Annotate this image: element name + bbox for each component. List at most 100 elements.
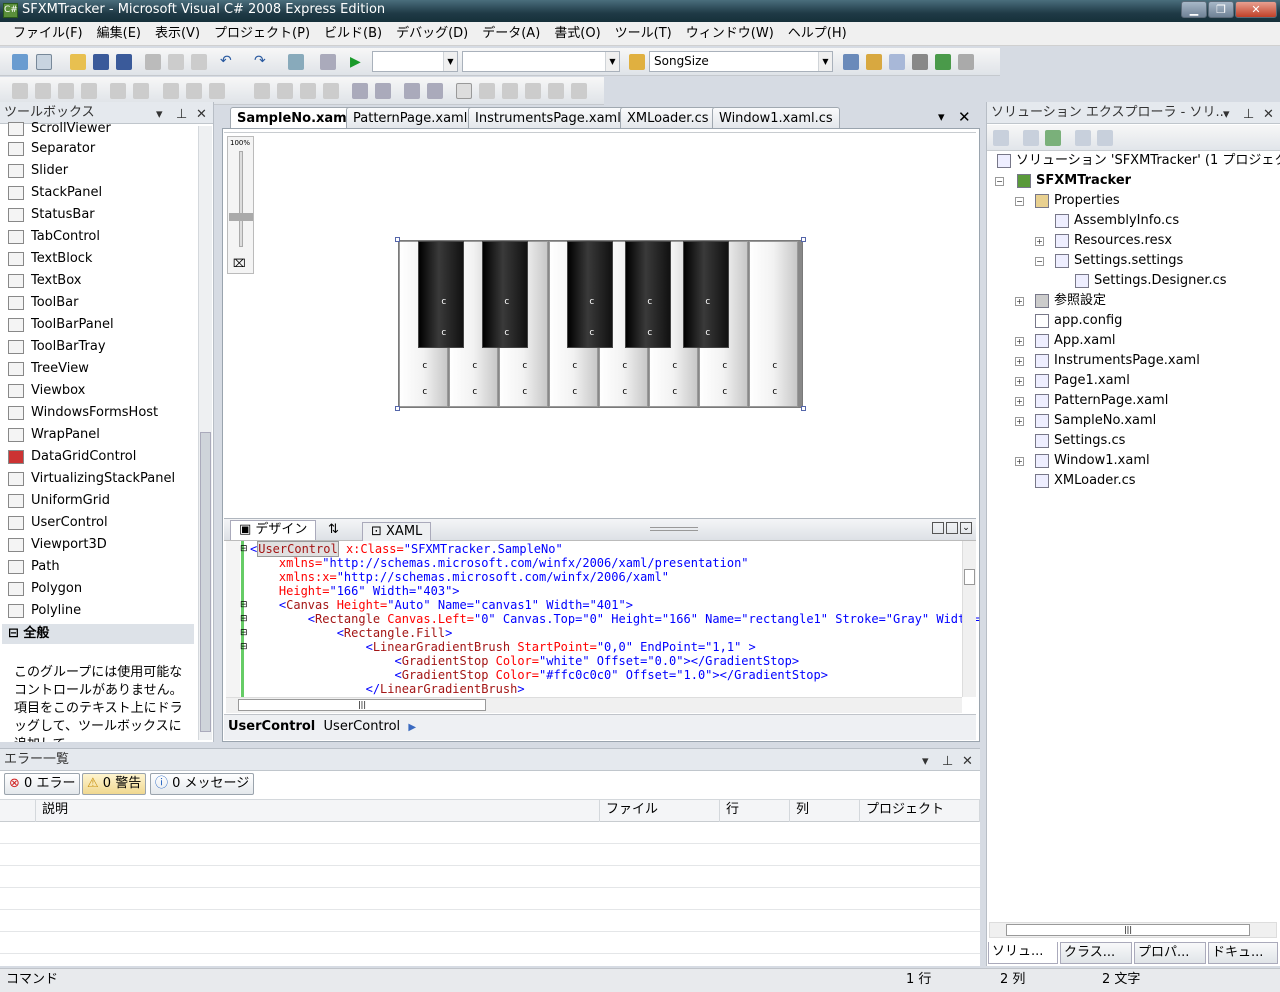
object-browser-icon[interactable] <box>889 54 905 70</box>
bookmark-list-icon[interactable] <box>571 83 587 99</box>
grid-icon[interactable] <box>12 83 28 99</box>
close-icon[interactable]: ✕ <box>1263 104 1274 125</box>
menu-file[interactable]: ファイル(F) <box>6 22 90 46</box>
code-line[interactable]: <Canvas Height="Auto" Name="canvas1" Wid… <box>250 598 633 612</box>
tree-item-project[interactable]: SFXMTracker <box>1017 171 1131 191</box>
menu-edit[interactable]: 編集(E) <box>90 22 148 46</box>
code-line[interactable]: <UserControl x:Class="SFXMTracker.Sample… <box>250 541 563 557</box>
column-description[interactable]: 説明 <box>36 800 600 822</box>
chevron-right-icon[interactable]: ▶ <box>408 722 416 733</box>
expander-icon[interactable]: − <box>995 177 1004 186</box>
collapse-icon[interactable]: ⊟ <box>240 614 248 624</box>
start-debugging-icon[interactable]: ▶ <box>350 54 366 70</box>
bring-front-icon[interactable] <box>254 83 270 99</box>
fit-icon[interactable]: ⌧ <box>233 257 246 270</box>
cut-icon[interactable] <box>145 54 161 70</box>
code-line[interactable]: xmlns="http://schemas.microsoft.com/winf… <box>250 556 749 570</box>
zoom-slider-track[interactable] <box>239 151 243 247</box>
scrollbar-thumb[interactable]: ||| <box>1006 924 1250 936</box>
toolbox-item[interactable]: Viewport3D <box>8 534 107 556</box>
dropdown-icon[interactable]: ▾ <box>156 104 163 125</box>
code-line[interactable]: <GradientStop Color="#ffc0c0c0" Offset="… <box>250 668 828 682</box>
code-line[interactable]: <Rectangle.Fill> <box>250 626 453 640</box>
save-icon[interactable] <box>93 54 109 70</box>
vertical-split-icon[interactable] <box>932 522 944 534</box>
piano-usercontrol[interactable]: c c c c c c c c c c c c c c c c c c c c … <box>398 240 803 408</box>
expander-icon[interactable]: + <box>1015 457 1024 466</box>
view-designer-icon[interactable] <box>1097 130 1113 146</box>
redo-icon[interactable]: ↷ <box>254 54 270 70</box>
toolbox-item[interactable]: TextBlock <box>8 248 92 270</box>
row-icon[interactable] <box>209 83 225 99</box>
expander-icon[interactable]: + <box>1015 357 1024 366</box>
expander-icon[interactable]: + <box>1035 237 1044 246</box>
menu-debug[interactable]: デバッグ(D) <box>389 22 475 46</box>
code-line[interactable]: <Rectangle Canvas.Left="0" Canvas.Top="0… <box>250 612 980 626</box>
tree-item[interactable]: Window1.xaml <box>1035 451 1150 471</box>
xaml-tab[interactable]: ⊡ XAML <box>362 522 432 541</box>
swap-panes-button[interactable]: ⇅ <box>328 522 339 537</box>
toolbox-item[interactable]: TextBox <box>8 270 81 292</box>
expander-icon[interactable]: − <box>1015 197 1024 206</box>
tab-xmloader-cs[interactable]: XMLoader.cs <box>620 107 716 129</box>
navigate-forward-icon[interactable] <box>320 54 336 70</box>
tree-item[interactable]: Settings.Designer.cs <box>1075 271 1227 291</box>
sql-icon[interactable] <box>58 83 74 99</box>
undo-icon[interactable]: ↶ <box>220 54 236 70</box>
platform-combo[interactable]: ▼ <box>462 51 620 72</box>
toolbox-item[interactable]: VirtualizingStackPanel <box>8 468 175 490</box>
layout-icon[interactable] <box>958 54 974 70</box>
collapse-icon[interactable]: ⊟ <box>240 642 248 652</box>
tab-patternpage-xaml[interactable]: PatternPage.xaml <box>346 107 475 129</box>
bookmark-folder-icon[interactable] <box>525 83 541 99</box>
code-line[interactable]: <GradientStop Color="white" Offset="0.0"… <box>250 654 799 668</box>
menu-help[interactable]: ヘルプ(H) <box>781 22 854 46</box>
tab-list-icon[interactable]: ▾ <box>938 110 945 125</box>
column-file[interactable]: ファイル <box>600 800 720 822</box>
tree-item[interactable]: Settings.cs <box>1035 431 1125 451</box>
menu-tools[interactable]: ツール(T) <box>608 22 679 46</box>
properties-icon[interactable] <box>866 54 882 70</box>
solution-explorer-icon[interactable] <box>843 54 859 70</box>
dropdown-icon[interactable]: ▾ <box>922 751 929 772</box>
toolbox-item[interactable]: StatusBar <box>8 204 95 226</box>
indent-right-icon[interactable] <box>375 83 391 99</box>
collapse-icon[interactable]: ⊟ <box>240 600 248 610</box>
comment-icon[interactable] <box>404 83 420 99</box>
start-page-icon[interactable] <box>935 54 951 70</box>
toolbox-item[interactable]: Polyline <box>8 600 81 622</box>
toolbox-group-header[interactable]: ⊟ 全般 <box>2 624 194 644</box>
column-icon-header[interactable] <box>0 800 36 822</box>
tree-item[interactable]: SampleNo.xaml <box>1035 411 1156 431</box>
toolbox-item[interactable]: StackPanel <box>8 182 102 204</box>
tab-properties[interactable]: プロパ... <box>1134 942 1206 964</box>
tab-instrumentspage-xaml[interactable]: InstrumentsPage.xaml <box>468 107 628 129</box>
toolbox-item[interactable]: TreeView <box>8 358 89 380</box>
code-line[interactable]: xmlns:x="http://schemas.microsoft.com/wi… <box>250 570 669 584</box>
toolbox-item[interactable]: TabControl <box>8 226 100 248</box>
toolbox-item[interactable]: ToolBarPanel <box>8 314 114 336</box>
show-all-files-icon[interactable] <box>1023 130 1039 146</box>
design-tab[interactable]: ▣ デザイン <box>230 520 317 540</box>
tab-window1-xaml-cs[interactable]: Window1.xaml.cs <box>712 107 840 129</box>
expander-icon[interactable]: + <box>1015 337 1024 346</box>
resize-handle[interactable] <box>801 406 806 411</box>
column-icon[interactable] <box>186 83 202 99</box>
navigate-backward-icon[interactable] <box>288 54 304 70</box>
tree-item[interactable]: PatternPage.xaml <box>1035 391 1168 411</box>
menu-view[interactable]: 表示(V) <box>148 22 207 46</box>
tree-item[interactable]: App.xaml <box>1035 331 1115 351</box>
horizontal-split-icon[interactable] <box>946 522 958 534</box>
menu-build[interactable]: ビルド(B) <box>317 22 389 46</box>
splitter-grip[interactable] <box>650 527 698 531</box>
toolbox-item[interactable]: Polygon <box>8 578 82 600</box>
code-vscrollbar[interactable] <box>962 541 976 697</box>
tree-item-solution[interactable]: ソリューション 'SFXMTracker' (1 プロジェクト <box>997 151 1280 171</box>
query-icon[interactable] <box>81 83 97 99</box>
bookmark-next-icon[interactable] <box>502 83 518 99</box>
tree-item[interactable]: InstrumentsPage.xaml <box>1035 351 1200 371</box>
resize-handle[interactable] <box>801 237 806 242</box>
uncomment-icon[interactable] <box>427 83 443 99</box>
tree-item[interactable]: XMLoader.cs <box>1035 471 1136 491</box>
save-all-icon[interactable] <box>116 54 132 70</box>
